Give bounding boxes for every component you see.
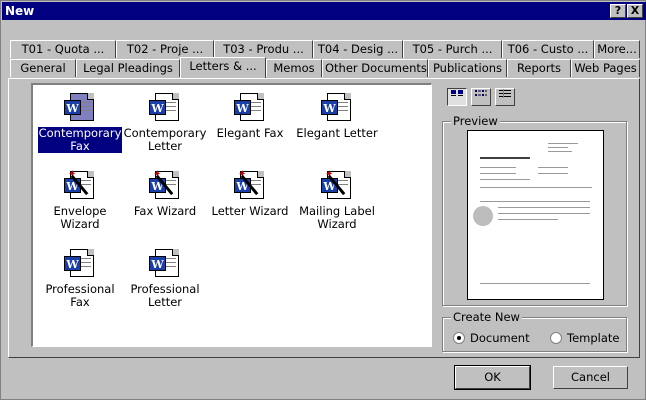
template-professional-fax[interactable]: W Professional Fax — [37, 247, 123, 309]
template-contemporary-fax[interactable]: W Contemporary Fax — [37, 91, 123, 153]
template-label: Letter — [147, 295, 183, 309]
tab-t03[interactable]: T03 - Produ ... — [214, 40, 313, 58]
template-label: Contemporary — [123, 126, 207, 140]
word-wizard-icon: W✦ — [149, 169, 181, 201]
template-label: Fax — [70, 295, 90, 309]
ok-button[interactable]: OK — [454, 365, 531, 390]
tab-t01[interactable]: T01 - Quota ... — [10, 40, 116, 58]
window-title: New — [5, 4, 35, 18]
word-document-icon: W — [149, 91, 181, 123]
tab-row-bottom: General Legal Pleadings Letters & ... Me… — [10, 57, 640, 78]
tab-letters[interactable]: Letters & ... — [180, 57, 266, 78]
tab-general[interactable]: General — [10, 59, 76, 77]
template-label: Professional — [45, 282, 115, 296]
close-button[interactable]: X — [627, 4, 643, 18]
tab-t06[interactable]: T06 - Custo ... — [502, 40, 594, 58]
template-envelope-wizard[interactable]: W✦ EnvelopeWizard — [37, 169, 123, 231]
template-label: Professional — [130, 282, 200, 296]
tab-other-documents[interactable]: Other Documents — [322, 59, 428, 77]
template-label: Letter — [147, 139, 183, 153]
word-wizard-icon: W✦ — [64, 169, 96, 201]
template-fax-wizard[interactable]: W✦ Fax Wizard — [122, 169, 208, 218]
create-new-label: Create New — [451, 310, 522, 324]
tab-memos[interactable]: Memos — [266, 59, 322, 77]
tab-legal-pleadings[interactable]: Legal Pleadings — [76, 59, 180, 77]
template-radio[interactable]: Template — [550, 331, 619, 345]
preview-label: Preview — [451, 114, 500, 128]
word-wizard-icon: W✦ — [234, 169, 266, 201]
template-label: Elegant Letter — [296, 126, 378, 140]
template-letter-wizard[interactable]: W✦ Letter Wizard — [207, 169, 293, 218]
details-icon[interactable] — [495, 88, 515, 106]
document-radio-label: Document — [470, 331, 530, 345]
template-contemporary-letter[interactable]: W Contemporary Letter — [122, 91, 208, 153]
word-wizard-icon: W✦ — [321, 169, 353, 201]
template-label: Wizard — [60, 217, 100, 231]
template-list[interactable]: W Contemporary Fax W Contemporary Letter W… — [31, 83, 432, 347]
word-document-icon: W — [149, 247, 181, 279]
tab-t04[interactable]: T04 - Desig ... — [313, 40, 403, 58]
help-button[interactable]: ? — [610, 4, 626, 18]
preview-image — [467, 130, 604, 300]
template-label: Envelope — [53, 204, 107, 218]
large-icons-icon[interactable] — [447, 88, 467, 106]
title-bar[interactable]: New ? X — [2, 2, 646, 20]
template-label: Letter Wizard — [211, 204, 289, 218]
tab-publications[interactable]: Publications — [428, 59, 507, 77]
word-document-icon: W — [64, 247, 96, 279]
tab-t05[interactable]: T05 - Purch ... — [403, 40, 502, 58]
template-label: Mailing Label — [299, 204, 375, 218]
cancel-button[interactable]: Cancel — [553, 366, 628, 389]
word-document-icon: W — [234, 91, 266, 123]
word-document-icon: W — [64, 91, 96, 123]
new-dialog: New ? X T01 - Quota ... T02 - Proje ... … — [0, 0, 646, 400]
template-label: Elegant Fax — [216, 126, 284, 140]
template-elegant-letter[interactable]: W Elegant Letter — [292, 91, 382, 140]
template-label: Fax — [70, 139, 90, 153]
template-elegant-fax[interactable]: W Elegant Fax — [207, 91, 293, 140]
radio-unselected-icon — [550, 332, 562, 344]
template-label: Wizard — [317, 217, 357, 231]
template-professional-letter[interactable]: W Professional Letter — [122, 247, 208, 309]
tab-row-top: T01 - Quota ... T02 - Proje ... T03 - Pr… — [10, 40, 640, 58]
tab-t02[interactable]: T02 - Proje ... — [116, 40, 214, 58]
template-label: Fax Wizard — [133, 204, 197, 218]
template-radio-label: Template — [567, 331, 620, 345]
document-radio[interactable]: Document — [453, 331, 530, 345]
tab-reports[interactable]: Reports — [507, 59, 571, 77]
list-icon[interactable] — [471, 88, 491, 106]
template-mailing-label-wizard[interactable]: W✦ Mailing LabelWizard — [292, 169, 382, 231]
template-label: Contemporary — [38, 126, 122, 140]
tab-more[interactable]: More... — [594, 40, 640, 58]
radio-selected-icon — [453, 332, 465, 344]
tab-web-pages[interactable]: Web Pages — [571, 59, 640, 77]
word-document-icon: W — [321, 91, 353, 123]
